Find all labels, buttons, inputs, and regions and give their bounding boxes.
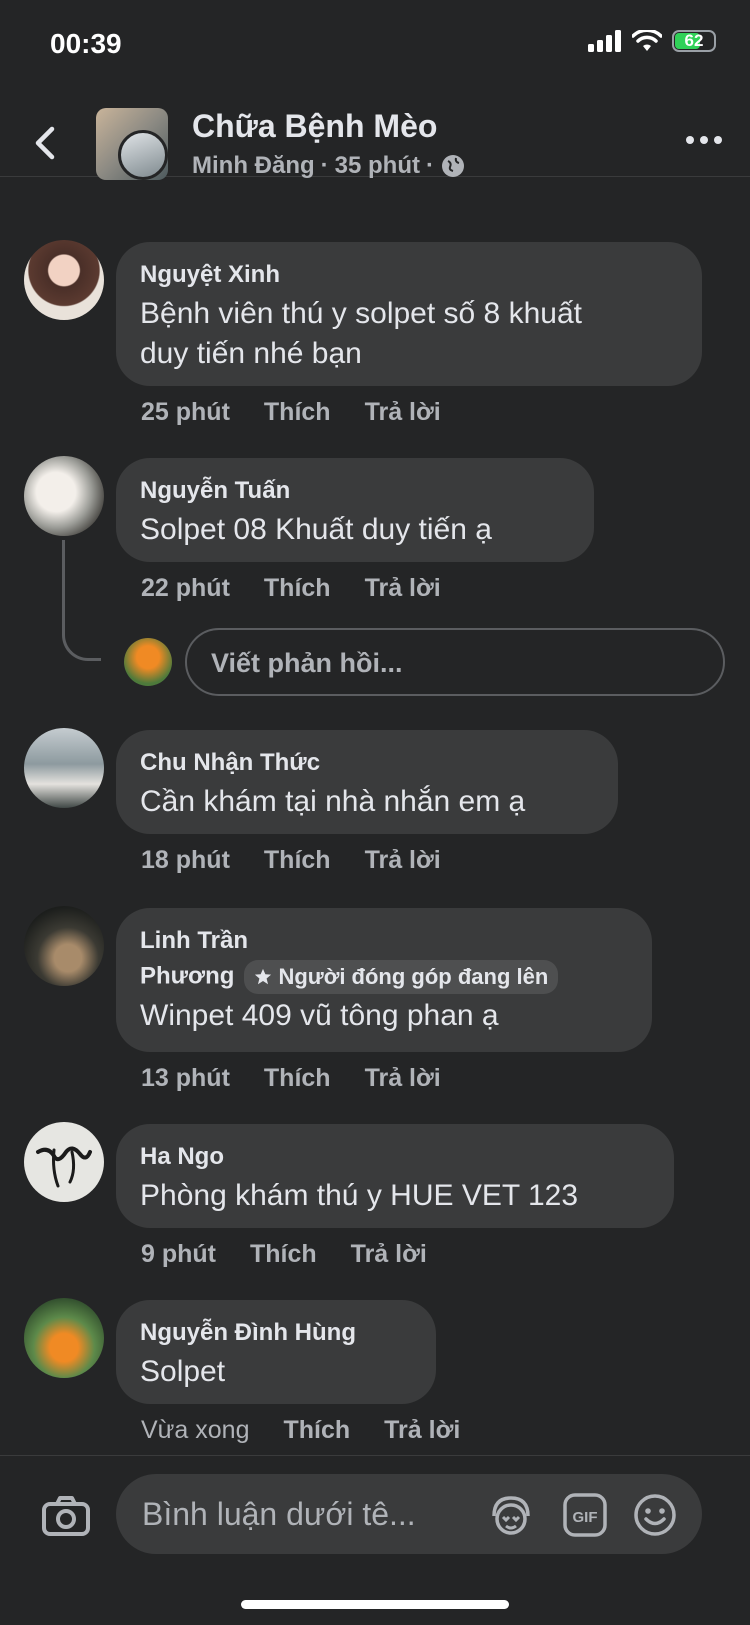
commenter-name-cont[interactable]: Phương <box>140 962 234 989</box>
comment-time: 22 phút <box>141 574 230 602</box>
current-user-avatar <box>124 638 172 686</box>
commenter-name[interactable]: Nguyệt Xinh <box>140 260 678 290</box>
post-header: Chữa Bệnh Mèo Minh Đăng · 35 phút · <box>0 90 750 180</box>
comment-input[interactable]: Bình luận dưới tê... GIF <box>116 1474 702 1554</box>
author-name[interactable]: Minh Đăng <box>192 152 315 180</box>
comment-time: 25 phút <box>141 398 230 426</box>
emoji-icon[interactable] <box>632 1492 678 1538</box>
battery-icon: 62 <box>672 30 716 52</box>
avatar[interactable] <box>24 1298 104 1378</box>
group-avatar[interactable] <box>96 108 168 180</box>
reply-button[interactable]: Trả lời <box>365 574 441 603</box>
comment-text: Bệnh viên thú y solpet số 8 khuất duy tiế… <box>140 297 582 370</box>
comment-text: Solpet <box>140 1355 226 1388</box>
status-bar: 00:39 62 <box>0 0 750 90</box>
home-indicator <box>241 1600 509 1609</box>
comment-text: Solpet 08 Khuất duy tiến ạ <box>140 513 492 546</box>
reply-button[interactable]: Trả lời <box>384 1416 460 1445</box>
avatar-sticker-icon[interactable] <box>488 1492 534 1538</box>
comment-actions: 25 phút Thích Trả lời <box>141 398 441 427</box>
like-button[interactable]: Thích <box>264 1064 331 1093</box>
commenter-name[interactable]: Chu Nhận Thức <box>140 748 594 778</box>
more-options-icon[interactable] <box>686 136 722 144</box>
reply-button[interactable]: Trả lời <box>365 398 441 427</box>
commenter-name[interactable]: Nguyễn Đình Hùng <box>140 1318 412 1348</box>
comment-bubble[interactable]: Nguyễn Tuấn Solpet 08 Khuất duy tiến ạ <box>116 458 594 562</box>
commenter-name[interactable]: Linh Trần <box>140 926 628 956</box>
avatar[interactable] <box>24 1122 104 1202</box>
comment-time: 18 phút <box>141 846 230 874</box>
comment-actions: 18 phút Thích Trả lời <box>141 846 441 875</box>
status-icons: 62 <box>588 30 716 52</box>
like-button[interactable]: Thích <box>283 1416 350 1445</box>
comment-input-placeholder: Bình luận dưới tê... <box>142 1496 416 1532</box>
thread-line <box>62 540 101 661</box>
wifi-icon <box>632 30 662 51</box>
reply-button[interactable]: Trả lời <box>351 1240 427 1269</box>
comment-actions: 22 phút Thích Trả lời <box>141 574 441 603</box>
avatar[interactable] <box>24 906 104 986</box>
comment-bubble[interactable]: Ha Ngo Phòng khám thú y HUE VET 123 <box>116 1124 674 1228</box>
post-time: 35 phút <box>334 152 420 179</box>
star-icon <box>255 968 272 985</box>
like-button[interactable]: Thích <box>264 398 331 427</box>
back-arrow-icon[interactable] <box>32 126 56 160</box>
commenter-name[interactable]: Nguyễn Tuấn <box>140 476 570 506</box>
author-avatar <box>118 130 168 180</box>
rising-contributor-badge: Người đóng góp đang lên <box>244 960 559 994</box>
comment-time: 9 phút <box>141 1240 216 1268</box>
group-title[interactable]: Chữa Bệnh Mèo <box>192 108 437 145</box>
signal-icon <box>588 30 621 52</box>
camera-icon[interactable] <box>42 1496 90 1536</box>
comment-actions: 13 phút Thích Trả lời <box>141 1064 441 1093</box>
avatar[interactable] <box>24 456 104 536</box>
post-meta: Minh Đăng · 35 phút · <box>192 152 466 180</box>
comment-actions: Vừa xong Thích Trả lời <box>141 1416 460 1445</box>
comment-time: Vừa xong <box>141 1416 250 1444</box>
gif-icon[interactable]: GIF <box>562 1492 608 1538</box>
comment-bubble[interactable]: Chu Nhận Thức Cần khám tại nhà nhắn em ạ <box>116 730 618 834</box>
comment-text: Winpet 409 vũ tông phan ạ <box>140 999 499 1032</box>
avatar[interactable] <box>24 240 104 320</box>
avatar[interactable] <box>24 728 104 808</box>
comment-actions: 9 phút Thích Trả lời <box>141 1240 427 1269</box>
like-button[interactable]: Thích <box>264 574 331 603</box>
like-button[interactable]: Thích <box>264 846 331 875</box>
comment-time: 13 phút <box>141 1064 230 1092</box>
reply-button[interactable]: Trả lời <box>365 846 441 875</box>
calligraphy-avatar-art <box>36 1146 92 1188</box>
comment-bubble[interactable]: Linh Trần Phương Người đóng góp đang lên … <box>116 908 652 1052</box>
like-button[interactable]: Thích <box>250 1240 317 1269</box>
reply-button[interactable]: Trả lời <box>365 1064 441 1093</box>
reply-input[interactable]: Viết phản hồi... <box>185 628 725 696</box>
commenter-name[interactable]: Ha Ngo <box>140 1142 650 1172</box>
clock: 00:39 <box>50 28 122 59</box>
globe-icon <box>442 155 464 177</box>
comment-bubble[interactable]: Nguyệt Xinh Bệnh viên thú y solpet số 8 … <box>116 242 702 386</box>
comment-text: Phòng khám thú y HUE VET 123 <box>140 1179 579 1212</box>
comment-text: Cần khám tại nhà nhắn em ạ <box>140 785 526 818</box>
comment-bubble[interactable]: Nguyễn Đình Hùng Solpet <box>116 1300 436 1404</box>
svg-text:GIF: GIF <box>573 1509 598 1526</box>
